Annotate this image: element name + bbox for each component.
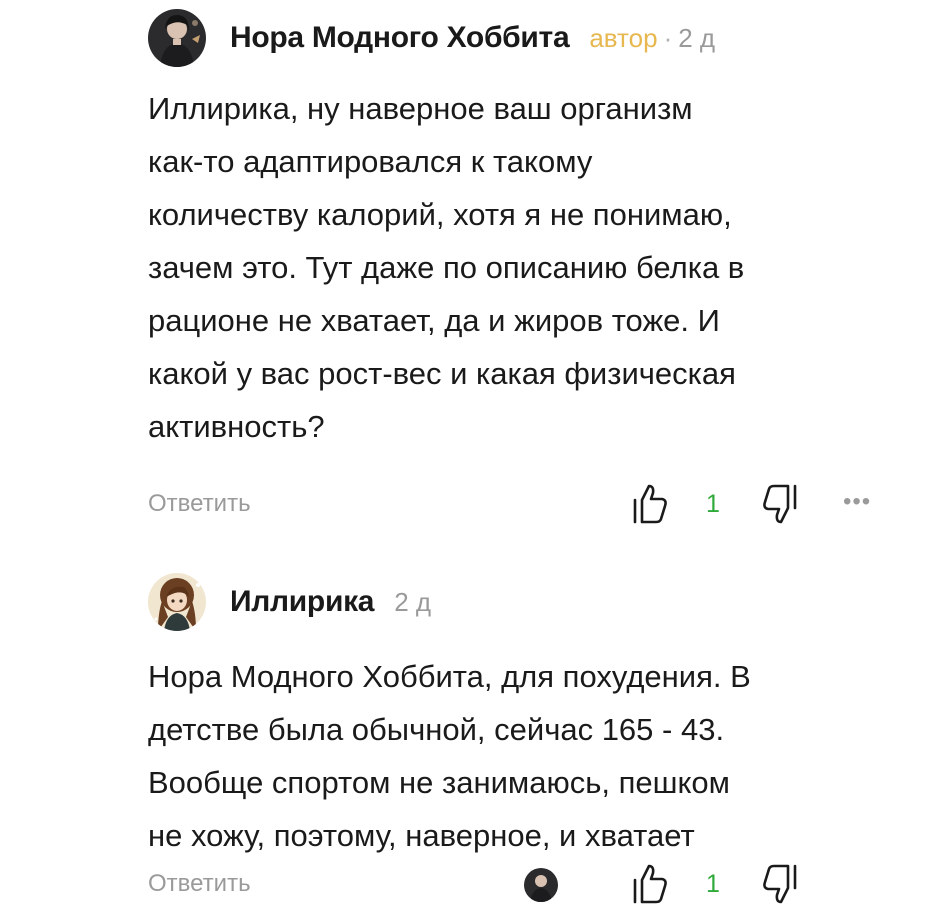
thumbs-up-icon[interactable]: [630, 482, 670, 526]
comment-author[interactable]: Иллирика: [230, 585, 374, 619]
comment-text: Нора Модного Хоббита, для похудения. В д…: [148, 650, 908, 862]
author-badge: автор: [589, 22, 658, 53]
comment-line: Нора Модного Хоббита, для похудения. В: [148, 659, 751, 694]
comment-line: Иллирика, ну наверное ваш организм: [148, 91, 693, 126]
comment-meta: 2 д: [394, 587, 431, 618]
thumbs-down-icon[interactable]: [760, 482, 800, 526]
comment-header: Нора Модного Хоббита автор · 2 д: [148, 8, 715, 68]
comment-line: зачем это. Тут даже по описанию белка в: [148, 250, 745, 285]
author-liked-avatar: [524, 868, 558, 902]
comment-line: количеству калорий, хотя я не понимаю,: [148, 197, 732, 232]
like-count: 1: [706, 870, 720, 898]
avatar[interactable]: [148, 573, 206, 631]
comment-time: 2 д: [394, 586, 432, 617]
thumbs-down-icon[interactable]: [760, 862, 800, 906]
comment-actions: Ответить 1 •••: [0, 478, 946, 538]
comment-line: рационе не хватает, да и жиров тоже. И: [148, 303, 720, 338]
reply-button[interactable]: Ответить: [148, 490, 251, 518]
comment-line: Вообще спортом не занимаюсь, пешком: [148, 765, 730, 800]
like-count: 1: [706, 490, 720, 518]
comment-line: активность?: [148, 409, 325, 444]
reply-button[interactable]: Ответить: [148, 870, 251, 898]
comment-actions: Ответить 1: [0, 864, 946, 910]
meta-separator: ·: [663, 22, 673, 53]
comment-meta: автор · 2 д: [589, 23, 715, 54]
comment-author[interactable]: Нора Модного Хоббита: [230, 21, 570, 55]
comment-header: Иллирика 2 д: [148, 572, 431, 632]
comment-line: какой у вас рост-вес и какая физическая: [148, 356, 736, 391]
comment-line: не хожу, поэтому, наверное, и хватает: [148, 818, 695, 853]
thumbs-up-icon[interactable]: [630, 862, 670, 906]
more-options-icon[interactable]: •••: [843, 488, 871, 516]
comment-line: детстве была обычной, сейчас 165 - 43.: [148, 712, 725, 747]
comment-line: как-то адаптировался к такому: [148, 144, 593, 179]
avatar[interactable]: [148, 9, 206, 67]
comment-text: Иллирика, ну наверное ваш организм как-т…: [148, 82, 908, 453]
comment-time: 2 д: [678, 22, 716, 53]
